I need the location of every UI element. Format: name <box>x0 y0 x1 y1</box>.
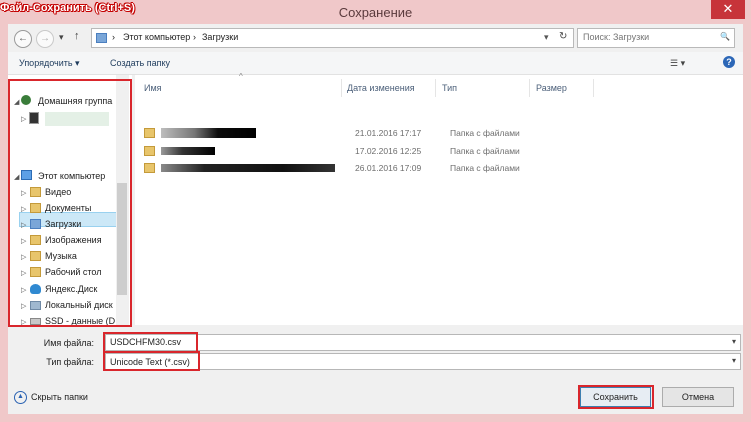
folder-icon <box>144 163 155 173</box>
search-icon[interactable]: 🔍 <box>720 32 730 41</box>
file-row[interactable]: 26.01.2016 17:09 Папка с файлами <box>143 161 563 175</box>
hide-folders-icon: ▲ <box>14 391 27 404</box>
redacted-folder-name <box>161 128 256 138</box>
file-row[interactable]: 21.01.2016 17:17 Папка с файлами <box>143 126 563 140</box>
address-lead-separator: › <box>112 32 115 42</box>
organize-button[interactable]: Упорядочить ▾ <box>19 58 80 69</box>
window-title: Сохранение <box>338 5 413 20</box>
back-button[interactable]: ← <box>14 30 32 48</box>
refresh-icon[interactable]: ↻ <box>559 31 567 42</box>
annotation-box-filetype <box>103 351 200 371</box>
column-divider[interactable] <box>593 79 594 97</box>
address-segment-downloads[interactable]: Загрузки <box>202 32 238 42</box>
close-button[interactable]: ✕ <box>711 0 745 19</box>
column-header-date[interactable]: Дата изменения <box>347 83 415 93</box>
address-segment-computer[interactable]: Этот компьютер <box>123 32 190 42</box>
new-folder-button[interactable]: Создать папку <box>110 58 170 68</box>
file-row[interactable]: 17.02.2016 12:25 Папка с файлами <box>143 144 563 158</box>
search-input[interactable] <box>583 32 713 42</box>
redacted-folder-name <box>161 147 215 155</box>
redacted-folder-name <box>161 164 335 172</box>
row-date: 21.01.2016 17:17 <box>355 128 422 138</box>
row-type: Папка с файлами <box>450 146 520 156</box>
forward-button[interactable]: → <box>36 30 54 48</box>
filename-field[interactable]: ▾ <box>105 334 741 351</box>
column-header-name[interactable]: Имя <box>144 83 162 93</box>
address-bar[interactable]: › Этот компьютер › Загрузки ▾ ↻ <box>91 28 574 48</box>
row-type: Папка с файлами <box>450 163 520 173</box>
up-button[interactable]: ↑ <box>74 30 80 42</box>
dialog-body: ← → ▾ ↑ › Этот компьютер › Загрузки ▾ ↻ … <box>8 24 743 414</box>
file-list: ^ Имя Дата изменения Тип Размер 21.01.20… <box>135 72 743 325</box>
sort-indicator-icon: ^ <box>239 72 243 81</box>
downloads-folder-icon <box>96 33 107 43</box>
folder-icon <box>144 128 155 138</box>
address-separator: › <box>193 32 196 42</box>
annotation-box-save <box>578 385 654 409</box>
row-type: Папка с файлами <box>450 128 520 138</box>
row-date: 26.01.2016 17:09 <box>355 163 422 173</box>
filetype-dropdown[interactable]: ▾ <box>732 356 736 365</box>
recent-locations-dropdown[interactable]: ▾ <box>59 32 64 43</box>
help-icon[interactable]: ? <box>723 56 735 68</box>
column-divider[interactable] <box>341 79 342 97</box>
cancel-button[interactable]: Отмена <box>662 387 734 407</box>
annotation-box-navigation <box>8 79 132 327</box>
hide-folders-label: Скрыть папки <box>31 391 88 402</box>
search-box[interactable]: 🔍 <box>577 28 735 48</box>
folder-icon <box>144 146 155 156</box>
row-date: 17.02.2016 12:25 <box>355 146 422 156</box>
column-divider[interactable] <box>435 79 436 97</box>
navigation-bar: ← → ▾ ↑ › Этот компьютер › Загрузки ▾ ↻ … <box>8 24 743 52</box>
filename-label: Имя файла: <box>43 338 94 348</box>
address-dropdown[interactable]: ▾ <box>544 32 549 43</box>
command-toolbar: Упорядочить ▾ Создать папку ☰ ▾ ? <box>8 52 743 75</box>
column-divider[interactable] <box>529 79 530 97</box>
filetype-label: Тип файла: <box>46 357 94 367</box>
view-options-button[interactable]: ☰ ▾ <box>670 58 685 69</box>
column-header-type[interactable]: Тип <box>442 83 457 93</box>
save-dialog: Файл-Сохранить (Ctrl+S) Сохранение ✕ ← →… <box>0 0 751 422</box>
annotation-box-filename <box>103 332 198 353</box>
column-header-size[interactable]: Размер <box>536 83 567 93</box>
filetype-select[interactable]: Unicode Text (*.csv) ▾ <box>105 353 741 370</box>
hide-folders-button[interactable]: ▲ Скрыть папки <box>14 391 88 404</box>
title-bar: Файл-Сохранить (Ctrl+S) Сохранение ✕ <box>0 0 751 24</box>
filename-dropdown[interactable]: ▾ <box>732 337 736 346</box>
